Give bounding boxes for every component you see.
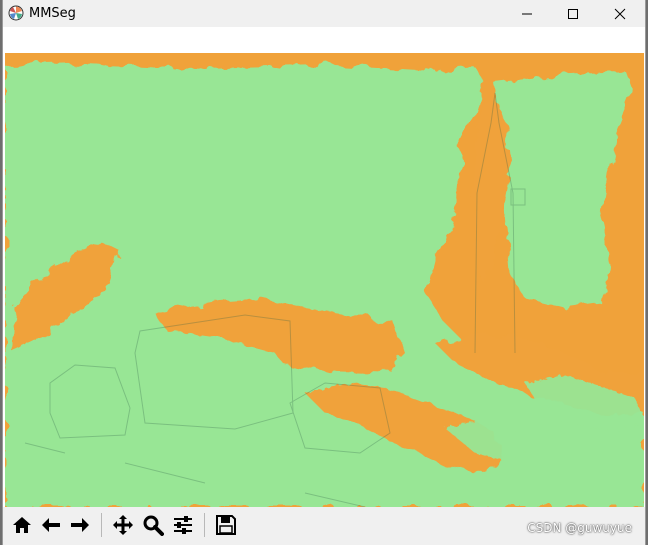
- pan-button[interactable]: [109, 511, 137, 539]
- title-bar[interactable]: MMSeg: [3, 0, 645, 27]
- minimize-button[interactable]: [504, 0, 550, 27]
- figure-canvas[interactable]: [3, 27, 645, 507]
- toolbar-separator: [204, 513, 205, 537]
- matplotlib-icon: [8, 5, 24, 21]
- save-icon: [216, 515, 236, 535]
- maximize-button[interactable]: [550, 0, 596, 27]
- configure-subplots-icon: [174, 516, 192, 534]
- pan-icon: [113, 515, 133, 535]
- minimize-icon: [522, 13, 532, 14]
- maximize-icon: [568, 8, 578, 19]
- mmseg-window: MMSeg CSDN @guwuyue: [3, 0, 645, 545]
- window-title: MMSeg: [29, 6, 76, 21]
- forward-icon: [71, 518, 89, 532]
- configure-subplots-button[interactable]: [169, 511, 197, 539]
- watermark-text: CSDN @guwuyue: [527, 521, 632, 535]
- close-icon: [614, 8, 626, 19]
- close-button[interactable]: [597, 0, 643, 27]
- navigation-toolbar: CSDN @guwuyue: [3, 507, 645, 545]
- segmentation-image[interactable]: [5, 53, 644, 507]
- toolbar-separator: [101, 513, 102, 537]
- home-icon: [13, 517, 31, 533]
- home-button[interactable]: [8, 511, 36, 539]
- back-button[interactable]: [37, 511, 65, 539]
- zoom-button[interactable]: [139, 511, 167, 539]
- save-button[interactable]: [212, 511, 240, 539]
- zoom-icon: [143, 515, 164, 536]
- forward-button[interactable]: [66, 511, 94, 539]
- back-icon: [42, 518, 60, 532]
